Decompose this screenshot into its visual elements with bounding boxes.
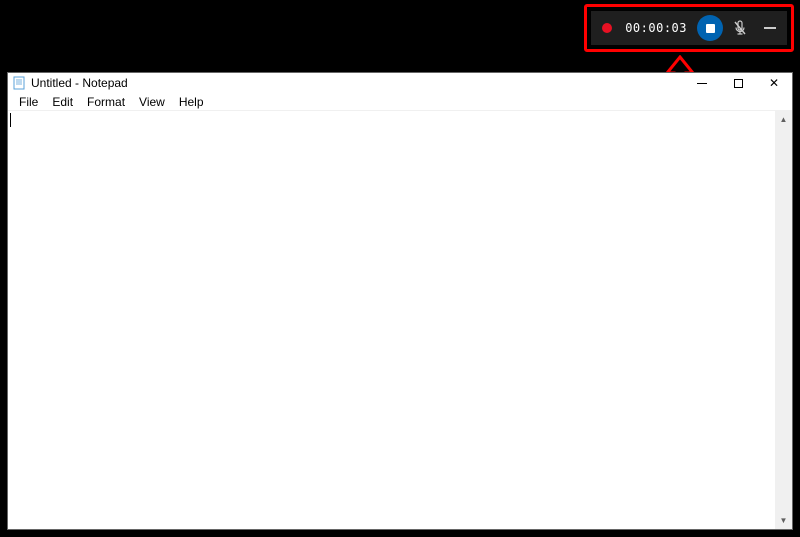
window-minimize-button[interactable] [684, 73, 720, 93]
notepad-app-icon [12, 76, 26, 90]
minimize-window-icon [697, 83, 707, 84]
recording-toolbar: 00:00:03 [591, 11, 787, 45]
menu-bar: File Edit Format View Help [8, 93, 792, 111]
maximize-window-icon [734, 79, 743, 88]
text-caret [10, 113, 11, 127]
recording-timer: 00:00:03 [623, 21, 693, 35]
scroll-down-button[interactable]: ▼ [775, 512, 792, 529]
editor-area: ▲ ▼ [8, 111, 792, 529]
menu-view[interactable]: View [132, 94, 172, 110]
window-titlebar[interactable]: Untitled - Notepad ✕ [8, 73, 792, 93]
scroll-track[interactable] [775, 128, 792, 512]
annotation-highlight-box: 00:00:03 [584, 4, 794, 52]
microphone-toggle-button[interactable] [727, 15, 753, 41]
window-close-button[interactable]: ✕ [756, 73, 792, 93]
minimize-toolbar-button[interactable] [757, 15, 783, 41]
minimize-icon [764, 27, 776, 29]
stop-icon [706, 24, 715, 33]
window-maximize-button[interactable] [720, 73, 756, 93]
scroll-up-button[interactable]: ▲ [775, 111, 792, 128]
close-window-icon: ✕ [769, 77, 779, 89]
menu-format[interactable]: Format [80, 94, 132, 110]
window-controls: ✕ [684, 73, 792, 93]
window-title: Untitled - Notepad [31, 76, 684, 90]
text-editor[interactable] [8, 111, 775, 529]
recording-dot-icon [602, 23, 612, 33]
menu-help[interactable]: Help [172, 94, 211, 110]
vertical-scrollbar[interactable]: ▲ ▼ [775, 111, 792, 529]
notepad-window: Untitled - Notepad ✕ File Edit Format Vi… [7, 72, 793, 530]
menu-edit[interactable]: Edit [45, 94, 80, 110]
recording-indicator [595, 16, 619, 40]
microphone-muted-icon [733, 20, 747, 36]
stop-recording-button[interactable] [697, 15, 723, 41]
menu-file[interactable]: File [12, 94, 45, 110]
